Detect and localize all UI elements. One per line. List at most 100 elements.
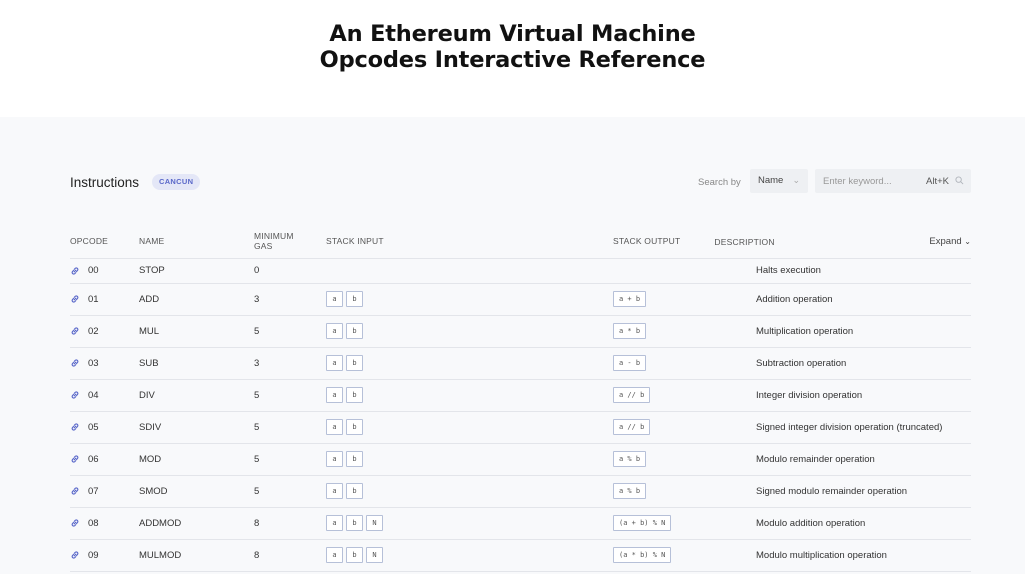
cell-description: Integer division operation bbox=[756, 379, 971, 412]
stack-input-chip: b bbox=[346, 547, 363, 563]
cell-gas: 0 bbox=[254, 258, 326, 284]
cell-name: SMOD bbox=[139, 475, 254, 508]
header-gas-line2: GAS bbox=[254, 241, 273, 252]
cell-opcode: 05 bbox=[70, 411, 139, 444]
cell-name: STOP bbox=[139, 258, 254, 284]
stack-input-chip: b bbox=[346, 483, 363, 499]
cell-stack-output: a // b bbox=[613, 411, 756, 444]
cell-gas: 5 bbox=[254, 443, 326, 476]
cell-stack-input: abN bbox=[326, 539, 613, 572]
table-row[interactable]: 00 STOP 0 Halts execution bbox=[70, 258, 971, 284]
link-icon[interactable] bbox=[70, 486, 80, 496]
cell-name: ADDMOD bbox=[139, 507, 254, 540]
opcode-value: 09 bbox=[88, 549, 99, 561]
link-icon[interactable] bbox=[70, 390, 80, 400]
table-row[interactable]: 07 SMOD 5 ab a % b Signed modulo remaind… bbox=[70, 475, 971, 508]
cell-stack-input: ab bbox=[326, 379, 613, 412]
cell-gas: 3 bbox=[254, 283, 326, 316]
cell-gas: 3 bbox=[254, 347, 326, 380]
opcode-value: 04 bbox=[88, 389, 99, 401]
keyword-search-box[interactable]: Alt+K bbox=[815, 169, 971, 193]
cell-name: ADD bbox=[139, 283, 254, 316]
cell-gas: 8 bbox=[254, 507, 326, 540]
stack-input-chip: a bbox=[326, 515, 343, 531]
cell-opcode: 09 bbox=[70, 539, 139, 572]
link-icon[interactable] bbox=[70, 550, 80, 560]
link-icon[interactable] bbox=[70, 454, 80, 464]
table-row[interactable]: 01 ADD 3 ab a + b Addition operation bbox=[70, 283, 971, 316]
instructions-toolbar: Instructions CANCUN Search by Name ⌄ Alt… bbox=[70, 169, 971, 196]
cell-description: Signed integer division operation (trunc… bbox=[756, 411, 971, 444]
cell-stack-output: a % b bbox=[613, 475, 756, 508]
table-row[interactable]: 06 MOD 5 ab a % b Modulo remainder opera… bbox=[70, 443, 971, 476]
search-icon bbox=[955, 176, 964, 185]
header-gas-line1: MINIMUM bbox=[254, 231, 294, 242]
stack-output-chip: a * b bbox=[613, 323, 647, 339]
header-name[interactable]: NAME bbox=[139, 225, 254, 259]
page-title-line1: An Ethereum Virtual Machine bbox=[329, 21, 696, 47]
cell-opcode: 01 bbox=[70, 283, 139, 316]
stack-input-chip: b bbox=[346, 419, 363, 435]
instructions-title: Instructions bbox=[70, 175, 140, 190]
cell-stack-output: a * b bbox=[613, 315, 756, 348]
opcode-value: 00 bbox=[88, 265, 99, 276]
cell-opcode: 06 bbox=[70, 443, 139, 476]
table-row[interactable]: 02 MUL 5 ab a * b Multiplication operati… bbox=[70, 315, 971, 348]
table-row[interactable]: 08 ADDMOD 8 abN (a + b) % N Modulo addit… bbox=[70, 507, 971, 540]
opcode-value: 08 bbox=[88, 517, 99, 529]
link-icon[interactable] bbox=[70, 266, 80, 276]
cell-description: Modulo multiplication operation bbox=[756, 539, 971, 572]
stack-input-chip: a bbox=[326, 387, 343, 403]
stack-input-chip: b bbox=[346, 451, 363, 467]
search-by-value: Name bbox=[758, 175, 784, 186]
cell-gas: 8 bbox=[254, 539, 326, 572]
cell-stack-output: (a + b) % N bbox=[613, 507, 756, 540]
link-icon[interactable] bbox=[70, 518, 80, 528]
table-row[interactable]: 05 SDIV 5 ab a // b Signed integer divis… bbox=[70, 411, 971, 444]
link-icon[interactable] bbox=[70, 294, 80, 304]
instructions-section: Instructions CANCUN Search by Name ⌄ Alt… bbox=[0, 117, 1025, 574]
header-minimum-gas[interactable]: MINIMUM GAS bbox=[254, 225, 326, 259]
stack-output-chip: a % b bbox=[613, 451, 647, 467]
cell-description: Signed modulo remainder operation bbox=[756, 475, 971, 508]
cell-stack-output: a // b bbox=[613, 379, 756, 412]
keyboard-shortcut: Alt+K bbox=[926, 176, 949, 187]
cell-description: Subtraction operation bbox=[756, 347, 971, 380]
search-by-select[interactable]: Name ⌄ bbox=[750, 169, 808, 193]
chevron-down-icon: ⌄ bbox=[792, 175, 800, 185]
stack-input-chip: b bbox=[346, 355, 363, 371]
cell-gas: 5 bbox=[254, 315, 326, 348]
cell-opcode: 03 bbox=[70, 347, 139, 380]
stack-output-chip: (a + b) % N bbox=[613, 515, 672, 531]
table-row[interactable]: 09 MULMOD 8 abN (a * b) % N Modulo multi… bbox=[70, 539, 971, 572]
keyword-input[interactable] bbox=[815, 169, 920, 193]
stack-input-chip: a bbox=[326, 483, 343, 499]
cell-gas: 5 bbox=[254, 475, 326, 508]
header-opcode[interactable]: OPCODE bbox=[70, 225, 139, 259]
fork-badge[interactable]: CANCUN bbox=[152, 174, 201, 190]
page-title: An Ethereum Virtual Machine Opcodes Inte… bbox=[0, 21, 1025, 73]
table-row[interactable]: 03 SUB 3 ab a - b Subtraction operation bbox=[70, 347, 971, 380]
cell-stack-output bbox=[613, 258, 756, 284]
link-icon[interactable] bbox=[70, 326, 80, 336]
stack-output-chip: a + b bbox=[613, 291, 647, 307]
cell-stack-input bbox=[326, 258, 613, 284]
expand-label: Expand bbox=[929, 235, 962, 247]
stack-input-chip: a bbox=[326, 323, 343, 339]
cell-stack-output: (a * b) % N bbox=[613, 539, 756, 572]
opcodes-table: OPCODE NAME MINIMUM GAS STACK INPUT STAC… bbox=[70, 225, 971, 572]
cell-description: Modulo remainder operation bbox=[756, 443, 971, 476]
table-header-row: OPCODE NAME MINIMUM GAS STACK INPUT STAC… bbox=[70, 225, 971, 259]
cell-description: Multiplication operation bbox=[756, 315, 971, 348]
cell-name: DIV bbox=[139, 379, 254, 412]
stack-input-chip: a bbox=[326, 419, 343, 435]
stack-input-chip: b bbox=[346, 515, 363, 531]
cell-opcode: 02 bbox=[70, 315, 139, 348]
expand-all-button[interactable]: DESCRIPTION Expand ⌄ bbox=[714, 225, 971, 259]
link-icon[interactable] bbox=[70, 358, 80, 368]
opcode-value: 07 bbox=[88, 485, 99, 497]
cell-stack-input: ab bbox=[326, 443, 613, 476]
cell-stack-input: abN bbox=[326, 507, 613, 540]
link-icon[interactable] bbox=[70, 422, 80, 432]
table-row[interactable]: 04 DIV 5 ab a // b Integer division oper… bbox=[70, 379, 971, 412]
